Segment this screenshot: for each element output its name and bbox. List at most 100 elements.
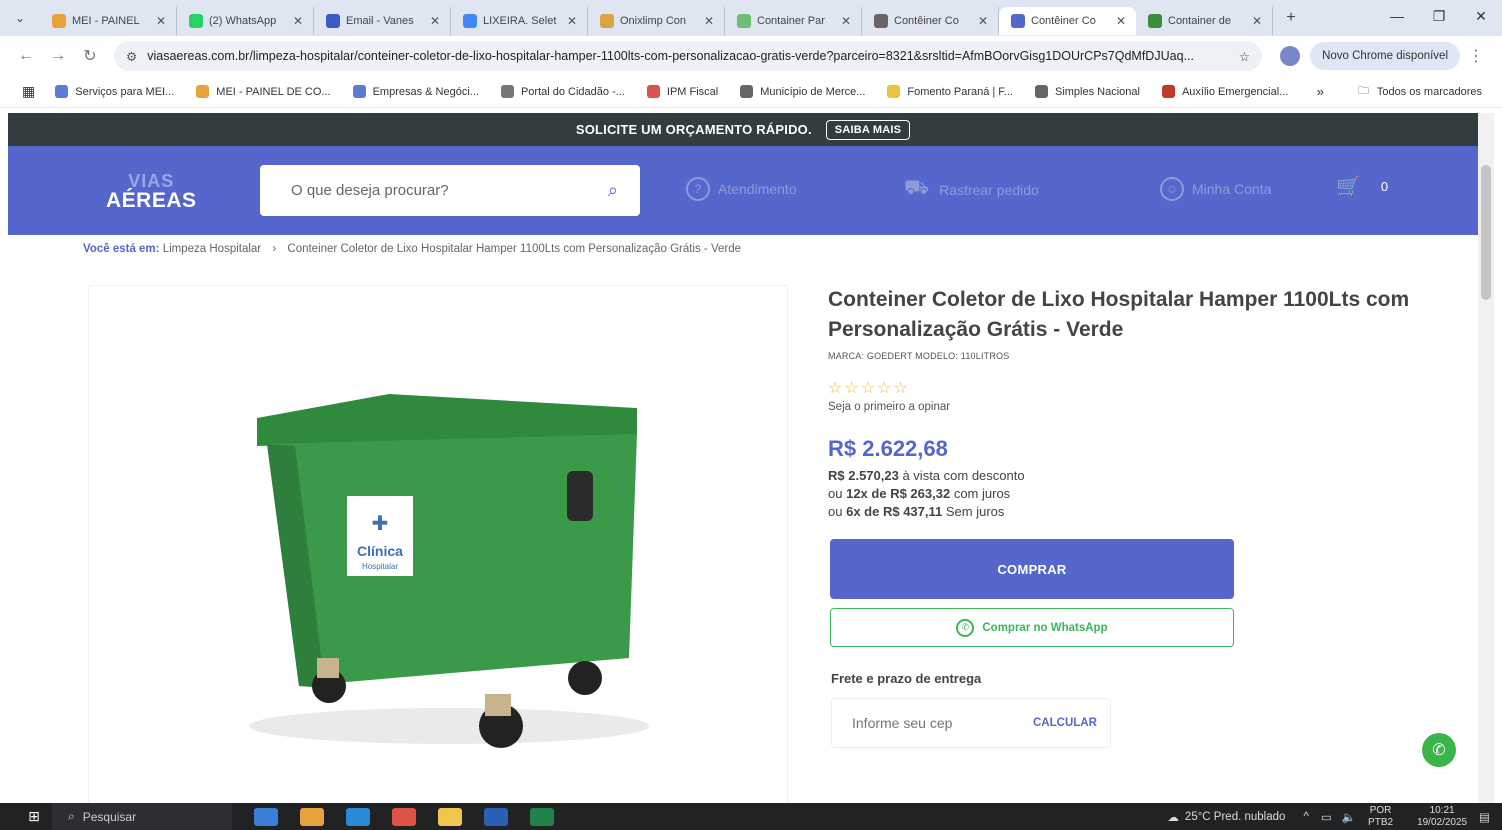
- installments-6-prefix: ou: [828, 504, 843, 519]
- browser-tab[interactable]: Onixlimp Con ✕: [588, 7, 725, 35]
- cart-button[interactable]: 🛒 0: [1336, 174, 1388, 199]
- tab-title: Container de: [1168, 15, 1231, 27]
- forward-icon[interactable]: →: [42, 47, 74, 65]
- promo-banner: SOLICITE UM ORÇAMENTO RÁPIDO. SAIBA MAIS: [8, 113, 1478, 146]
- image-label-1: Clínica: [357, 543, 403, 559]
- tab-search-button[interactable]: ⌄: [0, 0, 40, 36]
- notifications-icon[interactable]: ▤: [1479, 810, 1490, 824]
- bookmark-favicon-icon: [1034, 85, 1048, 98]
- atendimento-link[interactable]: ? Atendimento: [686, 177, 797, 201]
- search-icon[interactable]: ⌕: [608, 180, 618, 201]
- tab-close-icon[interactable]: ✕: [293, 14, 303, 28]
- url-field[interactable]: ⚙ viasaereas.com.br/limpeza-hospitalar/c…: [114, 41, 1263, 71]
- bookmark-item[interactable]: Auxílio Emergencial...: [1161, 85, 1289, 98]
- profile-avatar-icon[interactable]: [1280, 46, 1301, 66]
- tab-close-icon[interactable]: ✕: [567, 14, 577, 28]
- bookmark-item[interactable]: Portal do Cidadão -...: [500, 85, 625, 98]
- whatsapp-float-icon[interactable]: ✆: [1422, 733, 1456, 767]
- breadcrumb-chevron-icon: ›: [272, 243, 277, 255]
- svg-text:✚: ✚: [372, 511, 389, 535]
- apps-grid-icon[interactable]: ▦: [22, 83, 35, 100]
- restore-icon[interactable]: ❐: [1418, 0, 1460, 32]
- tab-close-icon[interactable]: ✕: [430, 14, 440, 28]
- bookmark-item[interactable]: IPM Fiscal: [646, 85, 718, 98]
- browser-tab[interactable]: Email - Vanes ✕: [314, 7, 451, 35]
- close-window-icon[interactable]: ✕: [1460, 0, 1502, 32]
- breadcrumb-category[interactable]: Limpeza Hospitalar: [163, 243, 261, 255]
- scrollbar-thumb[interactable]: [1481, 165, 1491, 300]
- weather-text[interactable]: 25°C Pred. nublado: [1185, 811, 1286, 823]
- search-placeholder: O que deseja procurar?: [291, 182, 449, 199]
- browser-tab[interactable]: Contêiner Co ✕: [999, 7, 1136, 35]
- excel-icon[interactable]: [530, 807, 554, 826]
- language-indicator[interactable]: POR PTB2: [1368, 805, 1393, 829]
- copilot-icon[interactable]: [300, 807, 324, 826]
- comprar-button[interactable]: COMPRAR: [830, 539, 1234, 599]
- browser-tab[interactable]: Container Par ✕: [725, 7, 862, 35]
- edge-icon[interactable]: [346, 807, 370, 826]
- rastrear-pedido-link[interactable]: ⛟ Rastrear pedido: [904, 177, 1039, 202]
- bookmark-item[interactable]: Município de Merce...: [740, 85, 865, 98]
- site-search-input[interactable]: O que deseja procurar? ⌕: [260, 165, 640, 216]
- bookmark-item[interactable]: Serviços para MEI...: [55, 85, 174, 98]
- bookmark-item[interactable]: Empresas & Negóci...: [352, 85, 479, 98]
- rating-stars-icon[interactable]: ☆☆☆☆☆: [828, 378, 910, 398]
- chrome-icon[interactable]: [392, 807, 416, 826]
- tab-close-icon[interactable]: ✕: [1252, 14, 1262, 28]
- minha-conta-link[interactable]: ☺ Minha Conta: [1160, 177, 1271, 201]
- calcular-button[interactable]: CALCULAR: [1033, 717, 1097, 729]
- tab-close-icon[interactable]: ✕: [978, 14, 988, 28]
- bookmark-item[interactable]: MEI - PAINEL DE CO...: [196, 85, 331, 98]
- product-price: R$ 2.622,68: [828, 436, 948, 461]
- bookmark-item[interactable]: Fomento Paraná | F...: [887, 85, 1013, 98]
- page-scrollbar[interactable]: [1478, 113, 1494, 803]
- tab-title: Contêiner Co: [894, 15, 959, 27]
- chrome-menu-icon[interactable]: ⋮: [1460, 46, 1492, 66]
- folder-icon: 🗀: [1357, 85, 1369, 97]
- file-explorer-icon[interactable]: [438, 807, 462, 826]
- user-icon: ☺: [1160, 177, 1184, 201]
- tab-close-icon[interactable]: ✕: [704, 14, 714, 28]
- chrome-update-button[interactable]: Novo Chrome disponível: [1310, 42, 1460, 70]
- bookmark-favicon-icon: [646, 85, 660, 98]
- bookmark-label: Auxílio Emergencial...: [1181, 85, 1289, 98]
- tab-close-icon[interactable]: ✕: [841, 14, 851, 28]
- rating-text[interactable]: Seja o primeiro a opinar: [828, 401, 950, 413]
- browser-tab[interactable]: MEI - PAINEL ✕: [40, 7, 177, 35]
- all-bookmarks-folder[interactable]: 🗀 Todos os marcadores: [1358, 82, 1482, 101]
- taskbar-search[interactable]: ⌕ Pesquisar: [52, 803, 232, 830]
- comprar-whatsapp-button[interactable]: ✆ Comprar no WhatsApp: [830, 608, 1234, 647]
- reload-icon[interactable]: ↻: [74, 46, 106, 66]
- minimize-icon[interactable]: —: [1376, 0, 1418, 32]
- system-tray: ☁ 25°C Pred. nublado ^ ▭ 🔈 POR PTB2 10:2…: [1167, 803, 1490, 830]
- cep-input[interactable]: [852, 715, 1033, 731]
- weather-icon[interactable]: ☁: [1167, 810, 1179, 824]
- browser-tab[interactable]: Contêiner Co ✕: [862, 7, 999, 35]
- atendimento-label: Atendimento: [718, 181, 797, 197]
- windows-start-icon[interactable]: ⊞: [16, 808, 52, 825]
- product-image-area: ✚ Clínica Hospitalar: [88, 285, 788, 803]
- bookmark-item[interactable]: Simples Nacional: [1034, 85, 1140, 98]
- browser-tab[interactable]: LIXEIRA. Selet ✕: [451, 7, 588, 35]
- volume-icon[interactable]: 🔈: [1342, 810, 1356, 824]
- tab-close-icon[interactable]: ✕: [156, 14, 166, 28]
- tray-chevron-icon[interactable]: ^: [1303, 811, 1308, 823]
- bookmarks-overflow-icon[interactable]: »: [1317, 84, 1324, 99]
- bookmark-favicon-icon: [500, 85, 514, 98]
- site-info-icon[interactable]: ⚙: [126, 49, 137, 64]
- browser-tab[interactable]: (2) WhatsApp ✕: [177, 7, 314, 35]
- cep-field: CALCULAR: [831, 698, 1111, 748]
- tab-close-icon[interactable]: ✕: [1116, 14, 1126, 28]
- product-image[interactable]: ✚ Clínica Hospitalar: [89, 286, 789, 786]
- taskbar-search-icon: ⌕: [68, 809, 75, 823]
- saiba-mais-button[interactable]: SAIBA MAIS: [825, 119, 911, 140]
- word-icon[interactable]: [484, 807, 508, 826]
- new-tab-button[interactable]: +: [1279, 9, 1303, 27]
- site-logo[interactable]: VIAS AÉREAS: [106, 172, 197, 211]
- bookmark-star-icon[interactable]: ☆: [1239, 49, 1250, 64]
- network-icon[interactable]: ▭: [1321, 810, 1332, 824]
- taskview-icon[interactable]: [254, 807, 278, 826]
- browser-tab[interactable]: Container de ✕: [1136, 7, 1273, 35]
- clock[interactable]: 10:21 19/02/2025: [1417, 805, 1467, 829]
- back-icon[interactable]: ←: [10, 47, 42, 65]
